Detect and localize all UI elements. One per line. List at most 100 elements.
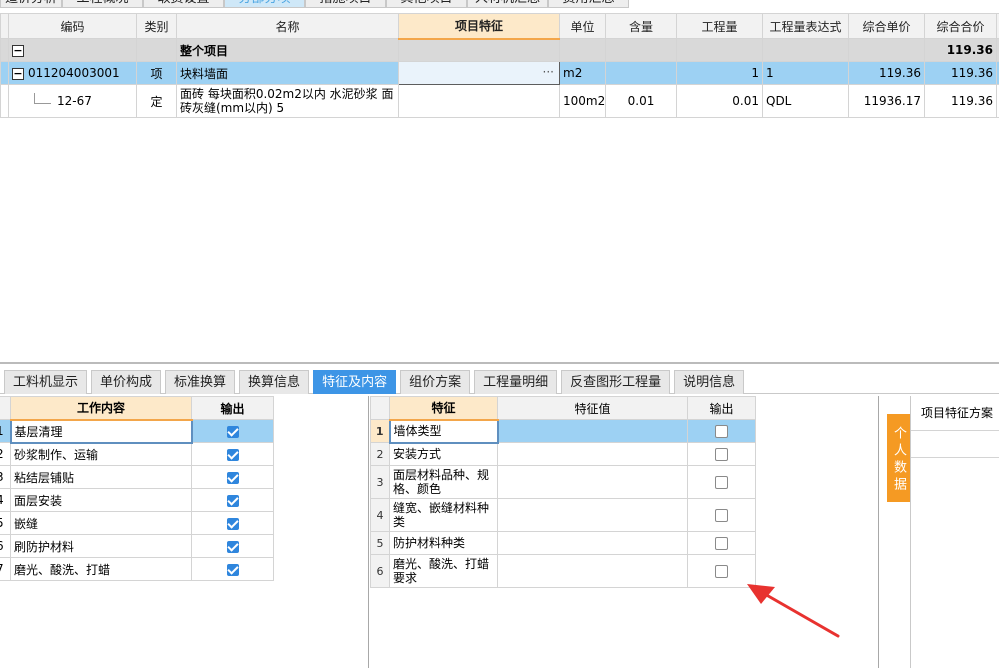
tab-pricing-plan[interactable]: 组价方案 (400, 370, 471, 394)
personal-data-tab[interactable]: 个人数据 (887, 414, 910, 502)
output-checkbox[interactable] (226, 517, 239, 530)
output-checkbox[interactable] (715, 476, 728, 489)
work-item-name[interactable]: 面层安装 (10, 488, 192, 512)
feature-name[interactable]: 面层材料品种、规格、颜色 (389, 465, 498, 499)
feature-value[interactable] (497, 442, 688, 466)
list-item[interactable]: 3 面层材料品种、规格、颜色 (370, 465, 756, 499)
list-item[interactable]: 3 粘结层铺贴 (0, 465, 274, 489)
tab-sub-items[interactable]: 分部分项 (224, 0, 305, 8)
col-header-unit-price[interactable]: 综合单价 (848, 13, 925, 39)
list-item[interactable]: 1 基层清理 (0, 418, 274, 444)
item-unit[interactable]: m2 (559, 61, 606, 85)
table-row-total[interactable]: − 整个项目 119.36 (0, 38, 999, 62)
list-item[interactable]: 5 嵌缝 (0, 511, 274, 535)
output-checkbox[interactable] (715, 537, 728, 550)
tab-price-composition[interactable]: 单价构成 (91, 370, 162, 394)
feature-table: 特征 特征值 输出 1 墙体类型 2 安装方式 3 面层材料品种、规格、颜色 4… (370, 396, 756, 588)
work-item-name[interactable]: 刷防护材料 (10, 534, 192, 558)
feature-name[interactable]: 墙体类型 (388, 418, 499, 444)
output-checkbox[interactable] (226, 471, 239, 484)
tab-cost-analysis[interactable]: 造价分析 (0, 0, 62, 8)
panel-splitter[interactable] (0, 362, 999, 364)
tab-standard-conversion[interactable]: 标准换算 (165, 370, 236, 394)
list-item[interactable]: 2 安装方式 (370, 442, 756, 466)
work-item-name[interactable]: 基层清理 (9, 418, 193, 444)
feature-value[interactable] (497, 465, 688, 499)
ellipsis-icon[interactable]: ··· (543, 65, 554, 79)
output-checkbox[interactable] (715, 509, 728, 522)
col-header-type[interactable]: 类别 (136, 13, 177, 39)
quota-expr[interactable]: QDL (762, 84, 849, 118)
tab-fee-summary[interactable]: 费用汇总 (548, 0, 629, 8)
list-item[interactable]: 5 防护材料种类 (370, 531, 756, 555)
col-header-output[interactable]: 输出 (191, 396, 274, 420)
col-header-amount[interactable]: 综合合价 (924, 13, 997, 39)
collapse-toggle-icon[interactable]: − (12, 44, 24, 57)
list-item[interactable]: 6 磨光、酸洗、打蜡要求 (370, 554, 756, 588)
output-checkbox[interactable] (226, 563, 239, 576)
feature-plan-row[interactable] (911, 431, 999, 458)
quota-name[interactable]: 面砖 每块面积0.02m2以内 水泥砂浆 面砖灰缝(mm以内) 5 (176, 84, 399, 118)
feature-value[interactable] (497, 554, 688, 588)
col-header-feature-value[interactable]: 特征值 (497, 396, 688, 420)
col-header-feature-output[interactable]: 输出 (687, 396, 756, 420)
tab-measures[interactable]: 措施项目 (305, 0, 386, 8)
table-row-quota[interactable]: 12-67 定 面砖 每块面积0.02m2以内 水泥砂浆 面砖灰缝(mm以内) … (0, 84, 999, 118)
work-item-name[interactable]: 砂浆制作、运输 (10, 442, 192, 466)
feature-value[interactable] (497, 498, 688, 532)
item-content[interactable] (605, 61, 677, 85)
tab-resources[interactable]: 工料机显示 (4, 370, 88, 394)
list-item[interactable]: 2 砂浆制作、运输 (0, 442, 274, 466)
tab-project-overview[interactable]: 工程概况 (62, 0, 143, 8)
feature-value[interactable] (497, 419, 688, 443)
output-checkbox[interactable] (715, 565, 728, 578)
item-feature-editor[interactable]: ··· (398, 61, 560, 85)
col-header-work-content[interactable]: 工作内容 (10, 396, 192, 421)
table-row-item[interactable]: −011204003001 项 块料墙面 ··· m2 1 1 119.36 1… (0, 61, 999, 85)
col-header-unit[interactable]: 单位 (559, 13, 606, 39)
col-header-qty[interactable]: 工程量 (676, 13, 763, 39)
collapse-toggle-icon[interactable]: − (12, 67, 24, 80)
feature-name[interactable]: 防护材料种类 (389, 531, 498, 555)
col-header-code[interactable]: 编码 (8, 13, 137, 39)
quota-content[interactable]: 0.01 (605, 84, 677, 118)
item-qty[interactable]: 1 (676, 61, 763, 85)
tab-other-items[interactable]: 其他项目 (386, 0, 467, 8)
list-item[interactable]: 7 磨光、酸洗、打蜡 (0, 557, 274, 581)
item-name[interactable]: 块料墙面 (176, 61, 399, 85)
output-checkbox[interactable] (226, 425, 239, 438)
list-item[interactable]: 1 墙体类型 (370, 418, 756, 444)
tab-features-content[interactable]: 特征及内容 (313, 370, 397, 394)
output-checkbox[interactable] (715, 425, 728, 438)
feature-name[interactable]: 安装方式 (389, 442, 498, 466)
list-item[interactable]: 4 面层安装 (0, 488, 274, 512)
list-item[interactable]: 6 刷防护材料 (0, 534, 274, 558)
output-checkbox[interactable] (715, 448, 728, 461)
quota-qty[interactable]: 0.01 (676, 84, 763, 118)
feature-name[interactable]: 磨光、酸洗、打蜡要求 (389, 554, 498, 588)
col-header-feature[interactable]: 项目特征 (398, 13, 560, 40)
work-item-name[interactable]: 粘结层铺贴 (10, 465, 192, 489)
tab-resource-summary[interactable]: 人材机汇总 (467, 0, 548, 8)
main-grid: 编码 类别 名称 项目特征 单位 含量 工程量 工程量表达式 综合单价 综合合价… (0, 13, 999, 118)
quota-unit[interactable]: 100m2 (559, 84, 606, 118)
work-item-name[interactable]: 嵌缝 (10, 511, 192, 535)
feature-name[interactable]: 缝宽、嵌缝材料种类 (389, 498, 498, 532)
col-header-name[interactable]: 名称 (176, 13, 399, 39)
work-item-name[interactable]: 磨光、酸洗、打蜡 (10, 557, 192, 581)
col-header-content[interactable]: 含量 (605, 13, 677, 39)
tab-description[interactable]: 说明信息 (674, 370, 745, 394)
item-expr[interactable]: 1 (762, 61, 849, 85)
output-checkbox[interactable] (226, 448, 239, 461)
list-item[interactable]: 4 缝宽、嵌缝材料种类 (370, 498, 756, 532)
output-checkbox[interactable] (226, 494, 239, 507)
tab-conversion-info[interactable]: 换算信息 (239, 370, 310, 394)
top-tab-strip: 造价分析 工程概况 取费设置 分部分项 措施项目 其他项目 人材机汇总 费用汇总 (0, 0, 999, 10)
output-checkbox[interactable] (226, 540, 239, 553)
col-header-feature-name[interactable]: 特征 (389, 396, 498, 421)
tab-qty-detail[interactable]: 工程量明细 (474, 370, 558, 394)
col-header-expr[interactable]: 工程量表达式 (762, 13, 849, 39)
tab-reverse-graphic-qty[interactable]: 反查图形工程量 (561, 370, 671, 394)
tab-fee-settings[interactable]: 取费设置 (143, 0, 224, 8)
feature-value[interactable] (497, 531, 688, 555)
